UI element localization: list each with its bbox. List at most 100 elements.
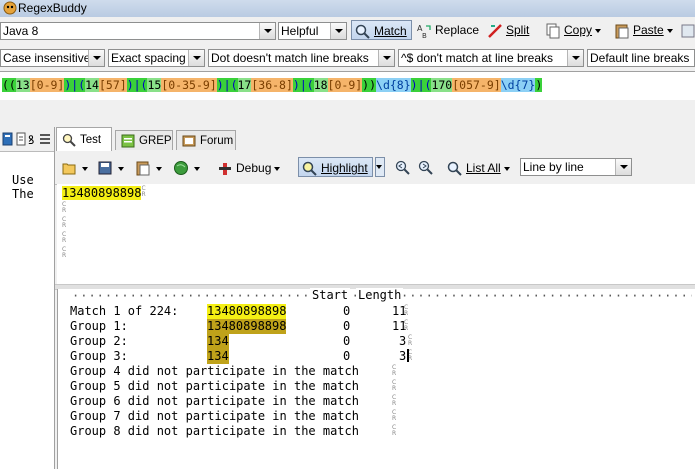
split-icon [488, 23, 502, 38]
save-icon[interactable] [97, 160, 113, 176]
regex-char-class: [36-8] [251, 78, 293, 92]
highlight-button[interactable]: Highlight [298, 157, 373, 177]
regex-char-class: [0-9] [327, 78, 363, 92]
linebreaks-select[interactable]: Default line breaks [587, 49, 695, 67]
crlf-marker: CR [62, 201, 68, 214]
crlf-marker: CR [62, 216, 68, 229]
replace-label: Replace [435, 23, 480, 37]
length-column-header: Length [356, 288, 404, 302]
magnifier-icon [302, 161, 317, 176]
flavor-select[interactable]: Java 8 [0, 22, 276, 40]
chevron-down-icon[interactable] [567, 50, 583, 66]
regex-char-class: [57] [98, 78, 127, 92]
crlf-marker: CR [141, 185, 147, 198]
chevron-down-icon[interactable] [88, 50, 104, 66]
chevron-down-icon[interactable] [259, 23, 275, 39]
chevron-down-icon[interactable] [156, 167, 162, 171]
regex-editor[interactable]: ((13[0-9])|(14[57])|(15[0-35-9])|(17[36-… [0, 71, 695, 101]
crlf-marker: CR [62, 246, 68, 259]
insert-icon[interactable]: ꝸ [27, 132, 37, 146]
start-column-header: Start [310, 288, 351, 302]
clipboard-icon[interactable] [135, 160, 151, 176]
text-icon[interactable] [16, 132, 26, 146]
crlf-marker: CR [62, 231, 68, 244]
chevron-down-icon [274, 166, 281, 171]
result-start: 0 [343, 334, 351, 348]
highlight-dropdown[interactable] [375, 157, 385, 177]
helpful-select[interactable]: Helpful [278, 22, 347, 40]
case-select[interactable]: Case insensitive [0, 49, 105, 67]
tab-test[interactable]: Test [56, 127, 112, 151]
window-title: RegexBuddy [18, 1, 87, 15]
paste-button[interactable]: Paste [614, 20, 673, 40]
regex-group-close: )) [362, 78, 377, 92]
match-button[interactable]: Match [351, 20, 412, 40]
left-panel-line: Use [12, 173, 34, 187]
regex-text[interactable]: ((13[0-9])|(14[57])|(15[0-35-9])|(17[36-… [2, 78, 543, 92]
result-value[interactable]: 13480898898 [207, 304, 287, 319]
dot-select[interactable]: Dot doesn't match line breaks [208, 49, 395, 67]
result-value[interactable]: 134 [207, 349, 229, 364]
forum-icon [182, 135, 196, 147]
spacing-select[interactable]: Exact spacing [108, 49, 205, 67]
test-subject-editor[interactable]: 13480898898 C R CR CR CR CR [57, 184, 695, 284]
result-start: 0 [343, 304, 351, 318]
svg-text:B: B [422, 32, 427, 39]
regex-alternation: )|( [410, 78, 432, 92]
regex-escape: \d{8} [376, 78, 411, 92]
regex-char-class: [057-9] [452, 78, 501, 92]
group-not-participating: Group 5 did not participate in the match [70, 379, 359, 393]
crlf-marker: CR [392, 424, 398, 437]
magnifier-icon [62, 133, 76, 147]
regex-char-class: [0-35-9] [161, 78, 217, 92]
chevron-down-icon[interactable] [194, 167, 200, 171]
highlight-label: Highlight [321, 161, 368, 175]
chevron-down-icon[interactable] [118, 167, 124, 171]
list-all-label: List All [466, 161, 501, 175]
list-all-button[interactable]: List All [447, 158, 510, 178]
subject-line: 13480898898 C R [62, 186, 151, 200]
anchors-select[interactable]: ^$ don't match at line breaks [398, 49, 584, 67]
result-label: Group 1: [70, 319, 128, 333]
chevron-down-icon[interactable] [330, 23, 346, 39]
regex-alternation: )|( [64, 78, 86, 92]
chevron-down-icon[interactable] [188, 50, 204, 66]
regex-literal: 18 [313, 78, 328, 92]
overflow-button[interactable] [680, 20, 695, 40]
open-file-icon[interactable] [61, 160, 77, 176]
chevron-down-icon [666, 28, 673, 33]
replace-button[interactable]: A B Replace [416, 20, 479, 40]
chevron-down-icon[interactable] [378, 50, 394, 66]
copy-button[interactable]: Copy [545, 20, 602, 40]
chevron-down-icon[interactable] [615, 159, 631, 175]
globe-icon[interactable] [173, 160, 189, 176]
test-toolbar: Debug Highlight List All Line by line [55, 152, 695, 185]
book-icon[interactable] [2, 132, 14, 146]
clipboard-icon [615, 24, 629, 39]
regexbuddy-app-icon [3, 1, 17, 15]
flavor-value: Java 8 [3, 24, 39, 38]
svg-text:ꝸ: ꝸ [28, 133, 34, 146]
tab-forum[interactable]: Forum [176, 130, 236, 150]
result-value[interactable]: 13480898898 [207, 319, 287, 334]
panel-gap [0, 100, 695, 127]
magnifier-icon [447, 161, 462, 176]
line-mode-select[interactable]: Line by line [520, 158, 632, 176]
debug-button[interactable]: Debug [217, 158, 281, 178]
result-value[interactable]: 134 [207, 334, 229, 349]
debug-icon [219, 162, 231, 175]
next-match-icon[interactable] [418, 160, 434, 176]
group-not-participating: Group 4 did not participate in the match [70, 364, 359, 378]
dot-value: Dot doesn't match line breaks [211, 51, 369, 65]
linebreaks-value: Default line breaks [590, 51, 690, 65]
regex-alternation: )|( [292, 78, 314, 92]
list-icon[interactable] [39, 132, 51, 146]
crlf-marker: CR [404, 304, 410, 317]
split-button[interactable]: Split [487, 20, 529, 40]
previous-match-icon[interactable] [395, 160, 411, 176]
case-value: Case insensitive [3, 51, 91, 65]
crlf-marker: CR [392, 364, 398, 377]
regex-char-class: [0-9] [29, 78, 65, 92]
chevron-down-icon[interactable] [82, 167, 88, 171]
tab-grep[interactable]: GREP [115, 130, 173, 150]
